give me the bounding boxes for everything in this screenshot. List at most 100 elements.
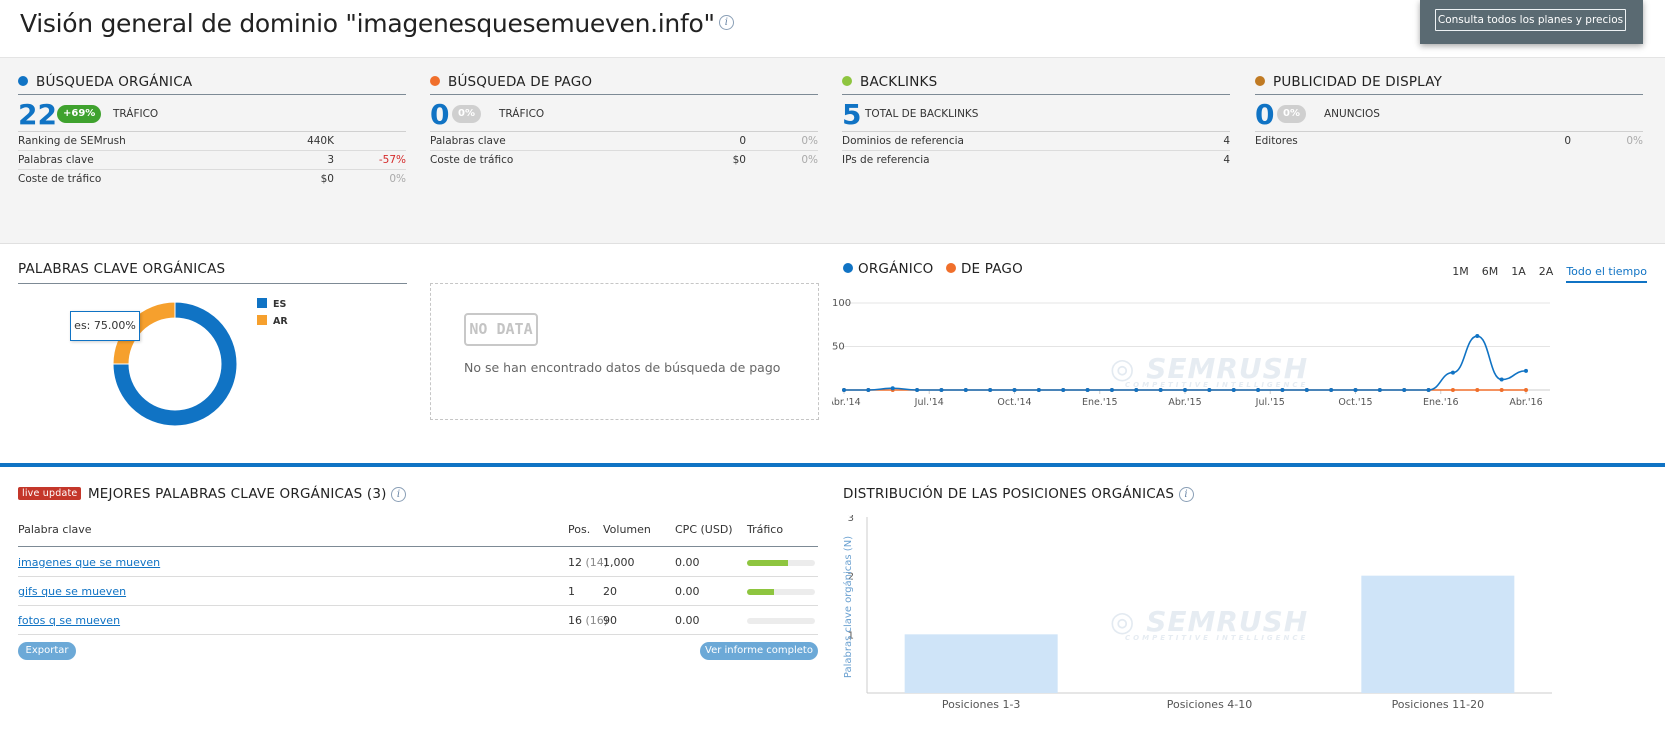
metric-label: Palabras clave: [18, 154, 94, 166]
x-tick-label: Ene.'15: [1082, 397, 1118, 408]
info-icon[interactable]: i: [1178, 486, 1194, 502]
organic-traffic-label: TRÁFICO: [113, 108, 159, 120]
legend-paid[interactable]: DE PAGO: [961, 261, 1023, 277]
series-line-organic: [844, 335, 1527, 391]
period-tabs: 1M 6M 1A 2A Todo el tiempo: [1439, 265, 1647, 283]
keyword-link[interactable]: fotos q se mueven: [18, 614, 120, 627]
data-point: [1524, 388, 1528, 392]
backlinks-row: IPs de referencia 4: [842, 151, 1230, 170]
tab-1m[interactable]: 1M: [1452, 265, 1469, 278]
trend-chart: 50 100 Abr.'14 Jul.'14 Oct.'14 Ene.'15 Abr.'15…: [832, 298, 1550, 408]
backlinks-total-row: 5 TOTAL DE BACKLINKS: [842, 95, 1230, 132]
data-point: [1377, 388, 1382, 392]
tab-6m[interactable]: 6M: [1482, 265, 1499, 278]
data-point: [939, 388, 944, 392]
nodata-text: No se han encontrado datos de búsqueda d…: [464, 360, 781, 375]
legend-swatch-icon: [257, 298, 267, 308]
keyword-volume: 1,000: [603, 556, 635, 569]
plans-popup: Consulta todos los planes y precios: [1420, 0, 1643, 44]
data-point: [1475, 388, 1480, 392]
organic-dot-icon: [18, 76, 28, 86]
x-tick-label: Posiciones 4-10: [1167, 698, 1253, 711]
display-title-text: PUBLICIDAD DE DISPLAY: [1273, 74, 1443, 90]
data-point: [1450, 370, 1455, 375]
keyword-pos: 1: [568, 585, 575, 598]
data-point: [1134, 388, 1139, 392]
traffic-bar: [747, 589, 815, 595]
metric-value: 3: [327, 154, 334, 166]
metric-label: Coste de tráfico: [430, 154, 514, 166]
tab-all-time[interactable]: Todo el tiempo: [1566, 265, 1647, 283]
keyword-link[interactable]: imagenes que se mueven: [18, 556, 160, 569]
backlinks-total-value: 5: [842, 98, 862, 131]
backlinks-summary: BACKLINKS 5 TOTAL DE BACKLINKS Dominios …: [842, 74, 1230, 170]
donut-legend: ES AR: [257, 298, 288, 327]
display-row: Editores 0 0%: [1255, 132, 1643, 151]
distribution-chart: 123Palabras clave orgánicas (N)Posicione…: [842, 515, 1552, 711]
keyword-cpc: 0.00: [675, 614, 700, 627]
column-traffic[interactable]: Tráfico: [747, 523, 783, 536]
paid-title-text: BÚSQUEDA DE PAGO: [448, 74, 593, 90]
paid-traffic-badge: 0%: [452, 105, 481, 123]
data-point: [890, 386, 895, 391]
paid-summary: BÚSQUEDA DE PAGO 0 0% TRÁFICO Palabras c…: [430, 74, 818, 170]
trend-legend: ORGÁNICO DE PAGO: [843, 261, 1023, 277]
legend-organic[interactable]: ORGÁNICO: [858, 261, 933, 277]
x-tick-label: Jul.'14: [914, 397, 944, 408]
info-icon[interactable]: i: [391, 486, 407, 502]
paid-nodata-panel: NO DATA No se han encontrado datos de bú…: [430, 283, 819, 420]
column-pos[interactable]: Pos.: [568, 523, 590, 536]
backlinks-dot-icon: [842, 76, 852, 86]
distribution-title: DISTRIBUCIÓN DE LAS POSICIONES ORGÁNICAS…: [843, 486, 1194, 502]
plans-button[interactable]: Consulta todos los planes y precios: [1435, 9, 1626, 31]
data-point: [1524, 368, 1528, 373]
keyword-link[interactable]: gifs que se mueven: [18, 585, 126, 598]
display-ads-row: 0 0% ANUNCIOS: [1255, 95, 1643, 132]
paid-dot-icon: [945, 263, 956, 273]
x-tick-label: Oct.'15: [1338, 397, 1372, 408]
data-point: [866, 388, 871, 392]
backlinks-title-text: BACKLINKS: [860, 74, 938, 90]
data-point: [1183, 388, 1187, 392]
tab-1a[interactable]: 1A: [1511, 265, 1526, 278]
pos-value: 16: [568, 614, 582, 627]
organic-traffic-badge: +69%: [57, 105, 102, 123]
keyword-volume: 90: [603, 614, 617, 627]
nodata-logo: NO DATA: [464, 313, 538, 346]
bar-1: [904, 634, 1058, 693]
metric-value: $0: [320, 173, 334, 185]
legend-item-ar[interactable]: AR: [257, 315, 288, 327]
data-point: [1402, 388, 1407, 392]
x-tick-label: Abr.'14: [832, 397, 861, 408]
y-tick-label: 100: [832, 298, 851, 309]
data-point: [1329, 388, 1334, 392]
data-point: [1256, 388, 1261, 392]
backlinks-row: Dominios de referencia 4: [842, 132, 1230, 151]
organic-dot-icon: [843, 263, 853, 273]
table-row: fotos q se mueven 16 (16) 90 0.00: [18, 606, 818, 635]
organic-traffic-value: 22: [18, 98, 57, 131]
data-point: [1499, 377, 1504, 382]
export-button[interactable]: Exportar: [18, 642, 76, 660]
page-title-text: Visión general de dominio "imagenesquese…: [20, 9, 715, 38]
backlinks-title: BACKLINKS: [842, 74, 1230, 95]
tab-2a[interactable]: 2A: [1539, 265, 1554, 278]
data-point: [1426, 388, 1431, 392]
column-volume[interactable]: Volumen: [603, 523, 651, 536]
data-point: [1475, 334, 1480, 339]
data-point: [1061, 388, 1066, 392]
display-ads-label: ANUNCIOS: [1324, 108, 1380, 120]
distribution-title-text: DISTRIBUCIÓN DE LAS POSICIONES ORGÁNICAS: [843, 486, 1175, 502]
full-report-button[interactable]: Ver informe completo: [700, 642, 818, 660]
column-keyword[interactable]: Palabra clave: [18, 523, 92, 536]
metric-label: Dominios de referencia: [842, 135, 964, 147]
column-cpc[interactable]: CPC (USD): [675, 523, 733, 536]
paid-dot-icon: [430, 76, 440, 86]
legend-item-es[interactable]: ES: [257, 298, 288, 310]
x-tick-label: Posiciones 1-3: [942, 698, 1021, 711]
info-icon[interactable]: i: [718, 14, 734, 30]
page-title: Visión general de dominio "imagenesquese…: [20, 9, 734, 38]
top-keywords-title: live update MEJORES PALABRAS CLAVE ORGÁN…: [18, 486, 407, 502]
x-tick-label: Oct.'14: [997, 397, 1031, 408]
x-tick-label: Posiciones 11-20: [1392, 698, 1485, 711]
